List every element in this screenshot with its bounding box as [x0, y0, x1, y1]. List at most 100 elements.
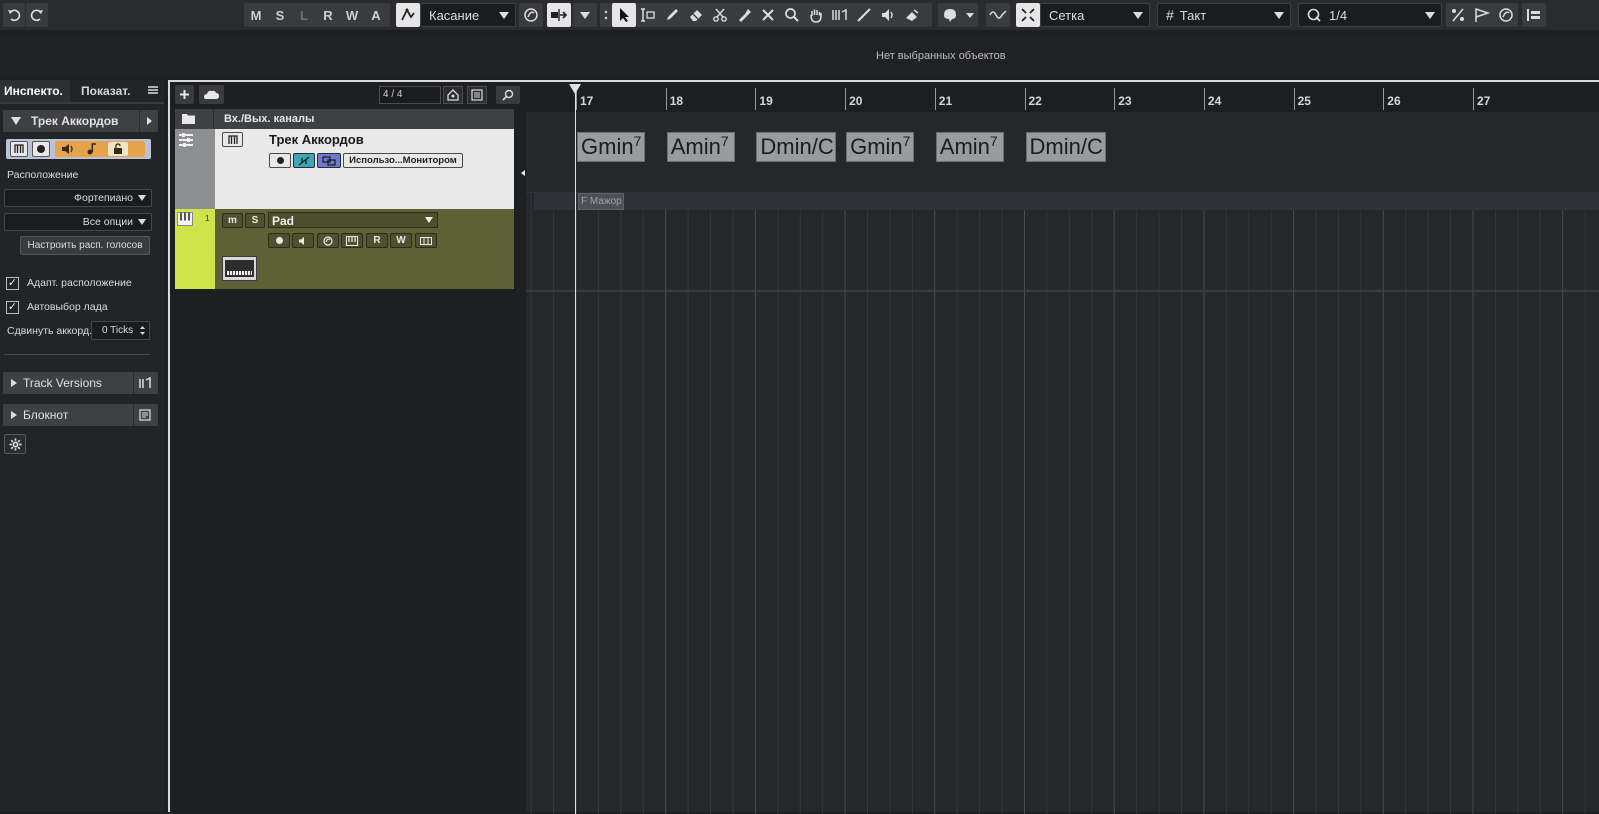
line-tool[interactable]: [852, 3, 876, 27]
grid-type-dropdown[interactable]: # Такт: [1157, 3, 1291, 27]
chord-event-extension: 7: [633, 133, 642, 149]
quantize-dropdown[interactable]: 1/4: [1298, 3, 1442, 27]
instrument-read-button[interactable]: R: [366, 233, 388, 248]
chord-event[interactable]: Amin 7: [666, 132, 735, 162]
instrument-mute-button[interactable]: m: [222, 213, 243, 228]
color-tool[interactable]: [900, 3, 924, 27]
snap-type-dropdown[interactable]: Сетка: [1040, 3, 1150, 27]
adaptive-voicing-checkbox[interactable]: ✓: [6, 276, 19, 290]
object-selection-tool[interactable]: [612, 3, 636, 27]
voicing-options-select[interactable]: Все опции: [4, 213, 152, 231]
automation-mode-icon[interactable]: [396, 3, 420, 27]
chord-event[interactable]: Gmin 7: [577, 132, 645, 162]
home-button[interactable]: [443, 86, 463, 104]
window-layout-button[interactable]: [1522, 3, 1546, 27]
mute-tool[interactable]: [756, 3, 780, 27]
tab-visibility[interactable]: Показат.: [77, 80, 141, 102]
configure-voicings-button[interactable]: Настроить расп. голосов: [20, 236, 150, 255]
shift-chord-input[interactable]: 0 Ticks: [91, 321, 150, 340]
instrument-open-button[interactable]: [341, 233, 363, 248]
instrument-edit-button[interactable]: [317, 233, 339, 248]
info-line-message: Нет выбранных объектов: [876, 50, 1006, 62]
chord-track-header[interactable]: Трек Аккордов Использо...Монитором: [175, 129, 514, 209]
lock-icon[interactable]: [108, 142, 128, 156]
chord-track-mute-button[interactable]: [222, 132, 243, 147]
io-channels-folder[interactable]: Вх./Вых. каналы: [175, 109, 514, 129]
activate-all-button[interactable]: A: [364, 8, 388, 23]
instrument-track-header[interactable]: 1 m S Pad R W: [175, 209, 514, 289]
auto-quantize-button[interactable]: [1494, 3, 1518, 27]
iterative-quantize-button[interactable]: [1446, 3, 1470, 27]
adaptive-voicing-row[interactable]: ✓ Адапт. расположение: [6, 276, 132, 290]
ruler-bar-label: 17: [580, 94, 594, 108]
auto-scale-row[interactable]: ✓ Автовыбор лада: [6, 300, 108, 314]
media-bay-button[interactable]: [199, 85, 224, 104]
track-versions-section[interactable]: Track Versions: [3, 372, 158, 394]
add-track-button[interactable]: [175, 85, 194, 104]
chord-event[interactable]: Amin 7: [935, 132, 1004, 162]
chord-track-adapt-button[interactable]: [293, 153, 315, 168]
chord-event[interactable]: Dmin/C: [756, 132, 837, 162]
snap-toggle-icon[interactable]: [1016, 3, 1040, 27]
ruler-bar-label: 26: [1387, 94, 1401, 108]
expand-right-icon[interactable]: [147, 117, 152, 125]
quantize-panel-button[interactable]: [1470, 3, 1494, 27]
mute-all-button[interactable]: M: [244, 8, 268, 23]
listen-all-button[interactable]: L: [292, 8, 316, 23]
instrument-lanes-button[interactable]: [415, 233, 437, 248]
undo-button[interactable]: [3, 3, 25, 27]
erase-tool[interactable]: [684, 3, 708, 27]
signature-display[interactable]: 4 / 4: [379, 86, 441, 104]
ruler[interactable]: 17 18 19 20 21 22 23 24 25 26 27: [526, 82, 1599, 112]
read-all-button[interactable]: R: [316, 8, 340, 23]
menu-icon[interactable]: [147, 84, 159, 96]
snap-zero-crossing-button[interactable]: [986, 3, 1010, 27]
solo-all-button[interactable]: S: [268, 8, 292, 23]
snap-mode-dropdown[interactable]: [573, 3, 597, 27]
monitor-mode-button[interactable]: Использо...Монитором: [343, 153, 463, 168]
glue-tool[interactable]: [732, 3, 756, 27]
chord-assistant-button[interactable]: [938, 3, 978, 27]
spinner-arrows-icon[interactable]: [139, 325, 146, 336]
notepad-section[interactable]: Блокнот: [3, 404, 158, 426]
inspector-track-header[interactable]: Трек Аккордов: [3, 110, 158, 132]
draw-tool[interactable]: [660, 3, 684, 27]
track-list-menu-button[interactable]: [467, 86, 487, 104]
note-icon[interactable]: [82, 142, 102, 156]
chord-event[interactable]: Gmin 7: [846, 132, 915, 162]
instrument-record-button[interactable]: [268, 233, 290, 248]
instrument-write-button[interactable]: W: [390, 233, 412, 248]
split-tool[interactable]: [708, 3, 732, 27]
scale-event[interactable]: F Мажор: [578, 193, 624, 210]
mute-button[interactable]: [10, 141, 28, 157]
cursor-head-icon[interactable]: [569, 84, 581, 94]
chord-track-record-button[interactable]: [269, 153, 291, 168]
instrument-thumbnail[interactable]: [222, 256, 257, 281]
inspector-settings-button[interactable]: [4, 434, 26, 454]
write-all-button[interactable]: W: [340, 8, 364, 23]
auto-scroll-icon[interactable]: [519, 3, 543, 27]
chord-event[interactable]: Dmin/C: [1025, 132, 1106, 162]
play-tool[interactable]: [876, 3, 900, 27]
range-selection-tool[interactable]: [636, 3, 660, 27]
instrument-monitor-button[interactable]: [292, 233, 314, 248]
project-cursor[interactable]: [575, 84, 576, 814]
snap-icon[interactable]: [547, 3, 571, 27]
comp-tool[interactable]: [828, 3, 852, 27]
zoom-tool[interactable]: [780, 3, 804, 27]
chord-track-name[interactable]: Трек Аккордов: [269, 132, 364, 147]
search-button[interactable]: [496, 86, 520, 104]
instrument-track-name-field[interactable]: Pad: [268, 212, 438, 228]
record-button[interactable]: [32, 141, 50, 157]
voicing-select[interactable]: Фортепиано: [4, 189, 152, 207]
chevron-down-icon[interactable]: [425, 217, 433, 223]
listen-speaker-icon[interactable]: [58, 142, 78, 156]
chord-track-voicing-button[interactable]: [317, 153, 341, 168]
hand-tool[interactable]: [804, 3, 828, 27]
auto-scale-checkbox[interactable]: ✓: [6, 300, 19, 314]
automation-mode-dropdown[interactable]: Касание: [420, 3, 516, 27]
project-window-event-display[interactable]: 17 18 19 20 21 22 23 24 25 26 27 F Мажор Gmin 7 Amin…: [526, 80, 1599, 814]
tab-inspector[interactable]: Инспекто.: [0, 80, 70, 102]
instrument-solo-button[interactable]: S: [245, 213, 265, 228]
redo-button[interactable]: [26, 3, 48, 27]
